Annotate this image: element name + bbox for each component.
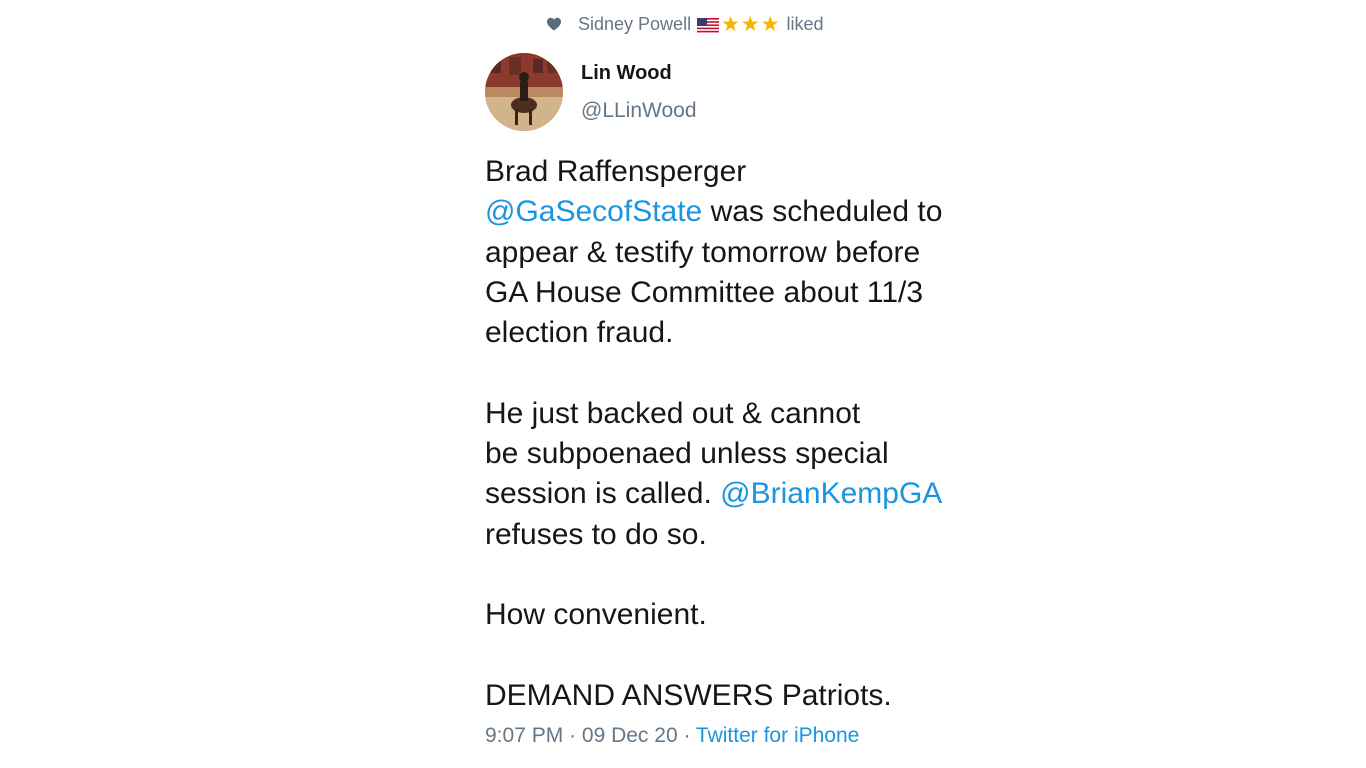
paragraph-2: He just backed out & cannot be subpoenae…	[485, 396, 943, 551]
mention-link[interactable]: @BrianKempGA	[720, 477, 942, 510]
star-icon: ★	[760, 12, 780, 36]
tweet-meta: 9:07 PM · 09 Dec 20 · Twitter for iPhone	[485, 724, 860, 747]
star-icon: ★	[740, 12, 760, 36]
liker-name[interactable]: Sidney Powell	[578, 14, 691, 35]
paragraph-1: Brad Raffensperger @GaSecofState was sch…	[485, 155, 943, 350]
heart-icon	[546, 16, 562, 32]
tweet-source-link[interactable]: Twitter for iPhone	[696, 724, 859, 747]
tweet-date[interactable]: 09 Dec 20	[582, 724, 678, 747]
author-name[interactable]: Lin Wood	[581, 62, 672, 85]
author-handle[interactable]: @LLinWood	[581, 99, 697, 123]
paragraph-3: How convenient.	[485, 598, 707, 632]
us-flag-icon	[697, 17, 720, 33]
liked-label: liked	[786, 13, 824, 34]
mention-link[interactable]: @GaSecofState	[485, 195, 702, 228]
avatar[interactable]	[485, 53, 563, 131]
tweet-time[interactable]: 9:07 PM	[485, 724, 563, 747]
tweet-text: Brad Raffensperger @GaSecofState was sch…	[485, 152, 1005, 716]
star-icon: ★	[721, 12, 740, 36]
paragraph-4: DEMAND ANSWERS Patriots.	[485, 678, 892, 712]
social-context: Sidney Powell ★ ★ ★ liked	[546, 12, 824, 36]
